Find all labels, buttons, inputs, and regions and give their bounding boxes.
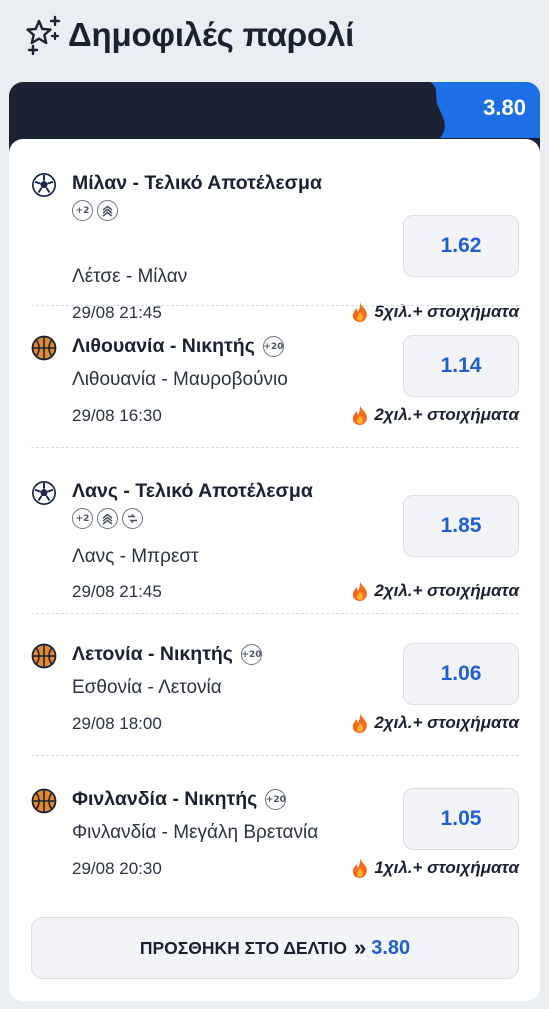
match-name: Φινλανδία - Μεγάλη Βρετανία [72,822,319,843]
fire-icon [353,858,368,878]
market-title: Μίλαν - Τελικό Αποτέλεσμα [72,172,322,195]
page-title: Δημοφιλές παρολί [68,16,355,53]
soccer-ball-icon [31,172,57,198]
bonus-badge-icon: +20 [265,789,287,810]
bonus-badge-icon: +20 [240,644,262,665]
popularity-text: 2χιλ.+ στοιχήματα [374,713,519,732]
market-title: Λετονία - Νικητής +20 [72,643,266,666]
bonus-badge-icon: +20 [262,336,284,357]
match-name: Λιθουανία - Μαυροβούνιο [72,369,288,390]
odds-button[interactable]: 1.62 [403,215,519,277]
section-header: Δημοφιλές παρολί [22,10,354,60]
bet-badges: +20 [265,789,290,810]
boost-badge-icon [97,508,118,529]
match-datetime: 29/08 21:45 [72,582,162,601]
bet-badges: +2 [72,508,147,529]
leg-divider [31,447,519,448]
market-title: Λιθουανία - Νικητής +20 [72,335,288,358]
cashout-badge-icon [122,508,143,529]
match-datetime: 29/08 16:30 [72,406,162,425]
match-datetime: 29/08 21:45 [72,303,162,322]
total-odds-tab: 3.80 [430,82,540,138]
bet-leg: Φινλανδία - Νικητής +20 Φινλανδία - Μεγάλη… [31,788,519,928]
bet-leg: Λετονία - Νικητής +20 Εσθονία - Λετονία 29/… [31,643,519,783]
basketball-icon [31,335,57,361]
bet-leg: Λανς - Τελικό Αποτέλεσμα +2 Λανς - Μπρεστ 2… [31,480,519,620]
basketball-icon [31,643,57,669]
leg-divider [31,755,519,756]
match-name: Εσθονία - Λετονία [72,677,222,698]
fire-icon [353,405,368,425]
match-name: Λέτσε - Μίλαν [72,266,188,287]
leg-divider [31,613,519,614]
sparkle-star-icon [26,15,61,56]
fire-icon [353,581,368,601]
add-button-label: ΠΡΟΣΘΗΚΗ ΣΤΟ ΔΕΛΤΙΟ [139,937,347,958]
odds-button[interactable]: 1.05 [403,788,519,850]
odds-button[interactable]: 1.06 [403,643,519,705]
bet-badges: +2 [72,200,122,221]
market-label: Λανς - Τελικό Αποτέλεσμα [72,480,313,502]
bet-leg: Μίλαν - Τελικό Αποτέλεσμα +2 Λέτσε - Μίλαν… [31,172,519,322]
match-datetime: 29/08 20:30 [72,859,162,878]
market-label: Μίλαν - Τελικό Αποτέλεσμα [72,172,322,194]
match-datetime: 29/08 18:00 [72,714,162,733]
double-chevron-icon: » [353,935,367,960]
match-name: Λανς - Μπρεστ [72,546,199,567]
basketball-icon [31,788,57,814]
fire-icon [353,713,368,733]
odds-button[interactable]: 1.85 [403,495,519,557]
popularity-label: 1χιλ.+ στοιχήματα [351,857,519,879]
market-title: Φινλανδία - Νικητής +20 [72,788,290,811]
popularity-text: 2χιλ.+ στοιχήματα [374,581,519,600]
bet-badges: +20 [262,336,288,357]
bonus-badge-icon: +2 [72,200,93,221]
market-label: Φινλανδία - Νικητής [72,788,258,810]
bonus-badge-icon: +2 [72,508,93,529]
popularity-label: 2χιλ.+ στοιχήματα [351,580,519,602]
market-label: Λιθουανία - Νικητής [72,335,255,357]
leg-divider [31,305,519,306]
total-odds-value: 3.80 [483,95,526,120]
market-label: Λετονία - Νικητής [72,643,233,665]
add-button-odds: 3.80 [371,936,411,959]
popularity-label: 2χιλ.+ στοιχήματα [351,404,519,426]
bet-badges: +20 [240,644,266,665]
odds-button[interactable]: 1.14 [403,335,519,397]
popularity-text: 2χιλ.+ στοιχήματα [374,405,519,424]
popularity-text: 1χιλ.+ στοιχήματα [374,858,519,877]
boost-badge-icon [97,200,118,221]
add-to-betslip-button[interactable]: ΠΡΟΣΘΗΚΗ ΣΤΟ ΔΕΛΤΙΟ » 3.80 [31,917,519,979]
soccer-ball-icon [31,480,57,506]
popularity-label: 2χιλ.+ στοιχήματα [351,712,519,734]
market-title: Λανς - Τελικό Αποτέλεσμα [72,480,313,503]
bet-leg: Λιθουανία - Νικητής +20 Λιθουανία - Μαυροβ… [31,335,519,475]
parlay-card: Μίλαν - Τελικό Αποτέλεσμα +2 Λέτσε - Μίλαν… [9,139,540,1001]
